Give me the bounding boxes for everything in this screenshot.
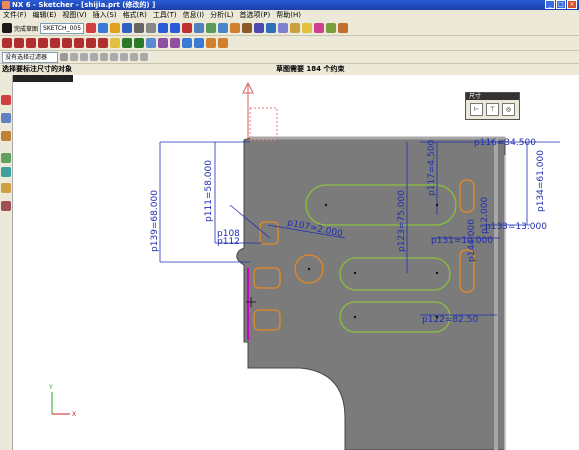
y-axis-label: Y [48, 384, 53, 391]
dim-p131[interactable]: p131=10.000 [431, 236, 493, 246]
dim-p133[interactable]: p133=13.000 [485, 222, 547, 232]
x-axis-label: X [72, 411, 76, 418]
horizontal-dim-icon[interactable]: ⊤ [486, 103, 499, 116]
dim-p116[interactable]: p116=34.500 [474, 138, 536, 148]
dim-p122[interactable]: p122=82.50 [422, 315, 478, 325]
inferred-dim-icon[interactable]: ⊢ [470, 103, 483, 116]
dim-settings-icon[interactable]: ◎ [502, 103, 515, 116]
dim-p139[interactable]: p139=68.000 [150, 190, 160, 252]
datum-box [249, 107, 278, 141]
dimension-palette: 尺寸 ⊢ ⊤ ◎ [465, 92, 520, 120]
dim-p144[interactable]: p144.000 [467, 219, 477, 262]
sketch-drawing[interactable]: p139=68.000 p111=58.000 p117=4.500 p123=… [0, 0, 579, 450]
dim-p117[interactable]: p117=4.500 [427, 140, 437, 196]
dim-p134[interactable]: p134=61.000 [536, 150, 546, 212]
dim-p12[interactable]: p12.000 [480, 197, 490, 234]
dimension-palette-title: 尺寸 [466, 93, 519, 100]
dim-p111[interactable]: p111=58.000 [204, 160, 214, 222]
dim-p123[interactable]: p123=75.000 [397, 190, 407, 252]
dim-p112[interactable]: p112 [217, 237, 240, 247]
